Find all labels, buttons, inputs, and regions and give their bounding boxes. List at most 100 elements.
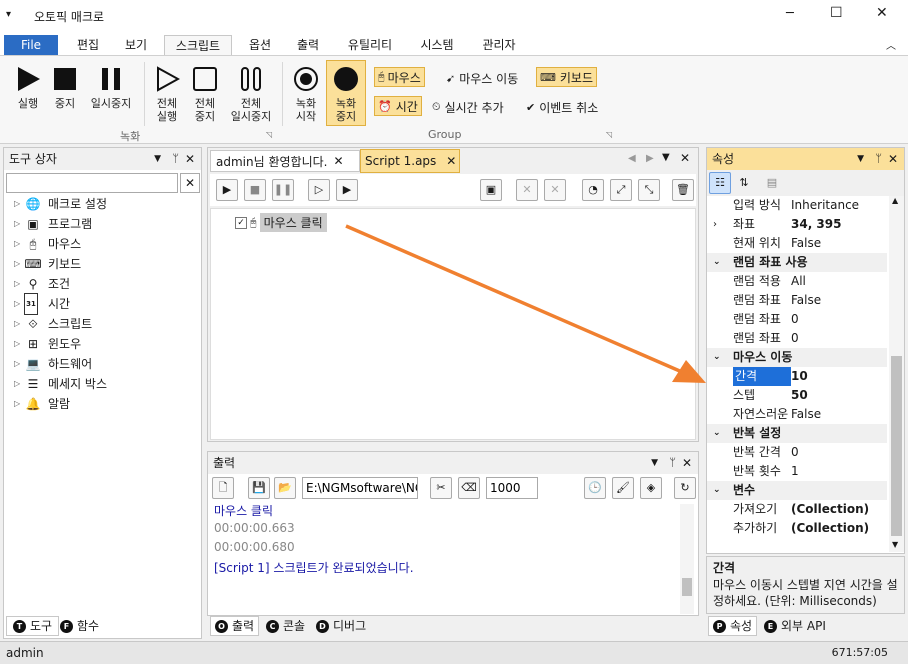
property-value[interactable]: False [791, 234, 821, 253]
stop-icon[interactable]: ■ [244, 179, 266, 201]
property-row[interactable]: 반복 횟수 1 [707, 462, 887, 481]
property-category[interactable]: ⌄ 변수 [707, 481, 887, 500]
run-all-button[interactable]: 전체 실행 [148, 66, 186, 123]
property-row[interactable]: 랜덤 좌표 False [707, 291, 887, 310]
pause-all-button[interactable]: 전체 일시중지 [226, 66, 276, 123]
property-row[interactable]: 간격 10 [707, 367, 887, 386]
refresh-icon[interactable]: ◔ [582, 179, 604, 201]
toolbox-item[interactable]: ▷ 🌐 매크로 설정 [14, 194, 107, 214]
stop-all-button[interactable]: 전체 중지 [186, 66, 224, 123]
play-box-icon[interactable]: ▶ [336, 179, 358, 201]
property-value[interactable]: 0 [791, 443, 799, 462]
event-cancel-button[interactable]: ✔ 이벤트 취소 [526, 97, 598, 117]
property-value[interactable]: False [791, 291, 821, 310]
menu-options[interactable]: 옵션 [240, 35, 280, 55]
eraser-icon[interactable]: ⌫ [458, 477, 480, 499]
launcher-icon[interactable]: ◹ [606, 130, 612, 139]
expand-icon[interactable]: ▷ [14, 194, 24, 214]
maximize-button[interactable]: ☐ [830, 5, 843, 21]
property-value[interactable]: 0 [791, 329, 799, 348]
property-row[interactable]: 랜덤 좌표 0 [707, 310, 887, 329]
toggle-time[interactable]: ⏰ 시간 [374, 96, 422, 116]
menu-system[interactable]: 시스템 [410, 35, 464, 55]
expand-icon[interactable]: ▷ [14, 354, 24, 374]
count-stepper[interactable] [486, 477, 538, 499]
tab-welcome[interactable]: admin님 환영합니다. ✕ [210, 150, 360, 172]
menu-view[interactable]: 보기 [116, 35, 156, 55]
delete-icon[interactable]: 🗑 [672, 179, 694, 201]
play-icon[interactable]: ▶ [216, 179, 238, 201]
toolbox-item[interactable]: ▷ ⚲ 조건 [14, 274, 70, 294]
tab-list-icon[interactable]: ▼ [662, 152, 670, 163]
close-icon[interactable]: ✕ [680, 151, 690, 165]
menu-script[interactable]: 스크립트 [164, 35, 232, 55]
tab-tools[interactable]: T 도구 [6, 616, 60, 636]
menu-edit[interactable]: 편집 [68, 35, 108, 55]
pin-icon[interactable]: ᛘ [172, 148, 179, 170]
property-value[interactable]: All [791, 272, 806, 291]
fill-icon[interactable]: ◈ [640, 477, 662, 499]
disabled-x2-icon[interactable]: ✕ [544, 179, 566, 201]
scroll-left-icon[interactable]: ◀ [628, 153, 636, 164]
property-scrollbar[interactable]: ▲ ▼ [889, 196, 904, 552]
toolbox-search-input[interactable] [6, 173, 178, 193]
collapse-icon[interactable]: ⌄ [713, 481, 721, 500]
menu-admin[interactable]: 관리자 [472, 35, 526, 55]
expand-icon[interactable]: ▷ [14, 274, 24, 294]
property-grid[interactable]: 입력 방식 Inheritance › 좌표 34, 395 현재 위치 False ⌄ 랜덤 … [707, 196, 889, 554]
toolbox-item[interactable]: ▷ ⟐ 스크립트 [14, 314, 92, 334]
disabled-x-icon[interactable]: ✕ [516, 179, 538, 201]
property-row[interactable]: 가져오기 (Collection) [707, 500, 887, 519]
tab-script1[interactable]: Script 1.aps ✕ [360, 149, 460, 173]
expand-icon[interactable]: ⤢ [610, 179, 632, 201]
menu-file[interactable]: File [4, 35, 58, 55]
tab-external-api[interactable]: E 외부 API [760, 616, 830, 636]
property-value[interactable]: False [791, 405, 821, 424]
path-input[interactable] [302, 477, 418, 499]
property-value[interactable]: 0 [791, 310, 799, 329]
menu-utility[interactable]: 유틸리티 [338, 35, 402, 55]
record-stop-button[interactable]: 녹화 중지 [326, 60, 366, 126]
collapse-icon[interactable]: ⌄ [713, 424, 721, 443]
close-button[interactable]: ✕ [876, 5, 888, 21]
tab-console[interactable]: C 콘솔 [262, 616, 309, 636]
expand-icon[interactable]: ▷ [14, 394, 24, 414]
toggle-mouse-move[interactable]: ➹ 마우스 이동 [446, 68, 518, 88]
script-canvas[interactable]: ✓ 🖰 마우스 클릭 [210, 208, 696, 440]
expand-icon[interactable]: ▷ [14, 334, 24, 354]
minimize-button[interactable]: ─ [786, 6, 794, 21]
clear-search-icon[interactable]: ✕ [180, 173, 200, 193]
property-value[interactable]: 10 [791, 367, 808, 386]
toggle-keyboard[interactable]: ⌨ 키보드 [536, 67, 598, 87]
stop-button[interactable]: 중지 [48, 66, 82, 110]
dropdown-icon[interactable]: ▼ [651, 452, 658, 474]
property-pages-icon[interactable]: ▤ [761, 172, 783, 194]
property-row[interactable]: 자연스러운 False [707, 405, 887, 424]
close-icon[interactable]: ✕ [682, 452, 692, 474]
toggle-realtime-add[interactable]: ⏲ 실시간 추가 [432, 97, 504, 117]
clean-icon[interactable]: ✂ [430, 477, 452, 499]
save-icon[interactable]: 💾 [248, 477, 270, 499]
clock-icon[interactable]: 🕒 [584, 477, 606, 499]
property-value[interactable]: 34, 395 [791, 215, 841, 234]
toolbox-item[interactable]: ▷ ⊞ 윈도우 [14, 334, 81, 354]
expand-icon[interactable]: › [713, 215, 717, 234]
property-category[interactable]: ⌄ 반복 설정 [707, 424, 887, 443]
property-row[interactable]: 반복 간격 0 [707, 443, 887, 462]
menu-output[interactable]: 출력 [288, 35, 328, 55]
property-value[interactable]: (Collection) [791, 519, 869, 538]
property-row[interactable]: 입력 방식 Inheritance [707, 196, 887, 215]
record-start-button[interactable]: 녹화 시작 [286, 66, 326, 123]
expand-icon[interactable]: ▷ [14, 254, 24, 274]
close-icon[interactable]: ✕ [888, 148, 898, 170]
run-button[interactable]: 실행 [8, 66, 48, 110]
toolbox-item[interactable]: ▷ ▣ 프로그램 [14, 214, 92, 234]
collapse-icon[interactable]: ⌄ [713, 253, 721, 272]
collapse-icon[interactable]: ⌄ [713, 348, 721, 367]
property-category[interactable]: ⌄ 마우스 이동 [707, 348, 887, 367]
expand-icon[interactable]: ▷ [14, 314, 24, 334]
property-value[interactable]: 50 [791, 386, 808, 405]
sort-az-icon[interactable]: ⇅ [733, 172, 755, 194]
tab-properties[interactable]: P 속성 [708, 616, 758, 636]
launcher-icon[interactable]: ◹ [266, 130, 272, 139]
